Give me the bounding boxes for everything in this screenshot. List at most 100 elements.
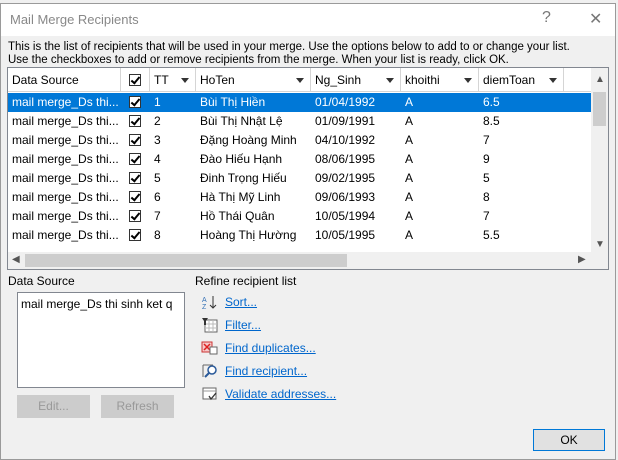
- find-recipient-link[interactable]: Find recipient...: [225, 364, 307, 378]
- include-cell[interactable]: [121, 188, 150, 207]
- cell-diemtoan: 8.5: [483, 114, 500, 128]
- column-header-diemtoan[interactable]: diemToan: [479, 68, 564, 92]
- column-header-label: TT: [154, 73, 169, 87]
- column-header-data-source[interactable]: Data Source: [8, 68, 121, 92]
- horizontal-scrollbar[interactable]: ◀ ▶: [8, 252, 608, 269]
- cell-diemtoan: 9: [483, 152, 490, 166]
- refresh-button[interactable]: Refresh: [101, 395, 174, 418]
- table-row[interactable]: mail merge_Ds thi... 6 Hà Thị Mỹ Linh 09/06…: [8, 188, 592, 207]
- find-duplicates-link[interactable]: Find duplicates...: [225, 341, 316, 355]
- recipients-table: Data Source TT HoTen Ng_Sinh khoithi diemToan…: [7, 67, 609, 270]
- mail-merge-recipients-dialog: Mail Merge Recipients ? ✕ This is the li…: [0, 3, 616, 460]
- column-header-ng-sinh[interactable]: Ng_Sinh: [311, 68, 401, 92]
- horizontal-scroll-thumb[interactable]: [25, 254, 347, 267]
- cell-hoten: Đào Hiếu Hạnh: [200, 152, 283, 166]
- row-checkbox[interactable]: [129, 134, 141, 146]
- cell-tt: 1: [154, 95, 161, 109]
- cell-diemtoan: 6.5: [483, 95, 500, 109]
- cell-ng-sinh: 09/06/1993: [315, 190, 376, 204]
- cell-hoten: Bùi Thị Nhật Lệ: [200, 114, 283, 128]
- table-row[interactable]: mail merge_Ds thi... 4 Đào Hiếu Hạnh 08/06/…: [8, 150, 592, 169]
- dropdown-arrow-icon[interactable]: [386, 78, 394, 83]
- cell-tt: 6: [154, 190, 161, 204]
- include-cell[interactable]: [121, 131, 150, 150]
- find-duplicates-icon: [201, 341, 218, 355]
- filter-link[interactable]: Filter...: [225, 318, 261, 332]
- data-source-list[interactable]: mail merge_Ds thi sinh ket q: [17, 292, 185, 388]
- cell-tt: 4: [154, 152, 161, 166]
- cell-khoithi: A: [405, 228, 414, 242]
- row-checkbox[interactable]: [129, 153, 141, 165]
- title-bar: Mail Merge Recipients ? ✕: [1, 4, 615, 36]
- cell-khoithi: A: [405, 95, 414, 109]
- include-cell[interactable]: [121, 93, 150, 112]
- edit-button[interactable]: Edit...: [17, 395, 90, 418]
- instruction-line: This is the list of recipients that will…: [8, 41, 570, 53]
- column-header-label: Ng_Sinh: [315, 73, 362, 87]
- cell-data-source: mail merge_Ds thi...: [12, 95, 119, 109]
- cell-ng-sinh: 09/02/1995: [315, 171, 376, 185]
- cell-khoithi: A: [405, 152, 414, 166]
- row-checkbox[interactable]: [129, 172, 141, 184]
- cell-khoithi: A: [405, 190, 414, 204]
- table-row[interactable]: mail merge_Ds thi... 1 Bùi Thị Hiền 01/04/1…: [8, 93, 592, 112]
- vertical-scroll-thumb[interactable]: [593, 92, 606, 126]
- table-row[interactable]: mail merge_Ds thi... 5 Đinh Trọng Hiếu 09/0…: [8, 169, 592, 188]
- select-all-checkbox[interactable]: [129, 74, 141, 86]
- ok-button[interactable]: OK: [533, 429, 605, 451]
- data-source-item[interactable]: mail merge_Ds thi sinh ket q: [21, 297, 181, 311]
- table-row[interactable]: mail merge_Ds thi... 3 Đặng Hoàng Minh 04/1…: [8, 131, 592, 150]
- cell-ng-sinh: 10/05/1994: [315, 209, 376, 223]
- dropdown-arrow-icon[interactable]: [181, 78, 189, 83]
- sort-icon: AZ: [202, 296, 217, 310]
- include-cell[interactable]: [121, 150, 150, 169]
- validate-addresses-icon: [202, 387, 217, 401]
- help-button[interactable]: ?: [542, 9, 551, 27]
- column-header-label: diemToan: [483, 73, 536, 87]
- column-header-tt[interactable]: TT: [150, 68, 196, 92]
- dropdown-arrow-icon[interactable]: [464, 78, 472, 83]
- cell-hoten: Bùi Thị Hiền: [200, 95, 266, 109]
- row-checkbox[interactable]: [129, 96, 141, 108]
- column-header-hoten[interactable]: HoTen: [196, 68, 311, 92]
- table-header: Data Source TT HoTen Ng_Sinh khoithi diemToan: [8, 68, 608, 92]
- cell-tt: 8: [154, 228, 161, 242]
- row-checkbox[interactable]: [129, 210, 141, 222]
- svg-text:A: A: [202, 297, 207, 304]
- column-header-include[interactable]: [121, 68, 150, 92]
- cell-hoten: Hà Thị Mỹ Linh: [200, 190, 281, 204]
- cell-diemtoan: 5: [483, 171, 490, 185]
- cell-hoten: Hoàng Thị Hường: [200, 228, 297, 242]
- sort-link[interactable]: Sort...: [225, 295, 257, 309]
- close-button[interactable]: ✕: [589, 9, 602, 29]
- column-header-label: khoithi: [405, 73, 440, 87]
- svg-text:Z: Z: [202, 304, 207, 310]
- include-cell[interactable]: [121, 226, 150, 245]
- row-checkbox[interactable]: [129, 191, 141, 203]
- cell-khoithi: A: [405, 133, 414, 147]
- cell-khoithi: A: [405, 171, 414, 185]
- cell-data-source: mail merge_Ds thi...: [12, 209, 119, 223]
- table-row[interactable]: mail merge_Ds thi... 2 Bùi Thị Nhật Lệ 01/0…: [8, 112, 592, 131]
- cell-ng-sinh: 08/06/1995: [315, 152, 376, 166]
- column-header-extra[interactable]: [564, 68, 592, 92]
- instructions: This is the list of recipients that will…: [8, 41, 570, 67]
- include-cell[interactable]: [121, 169, 150, 188]
- filter-icon: [202, 318, 218, 333]
- vertical-scrollbar[interactable]: ▲ ▼: [591, 68, 608, 253]
- column-header-khoithi[interactable]: khoithi: [401, 68, 479, 92]
- row-checkbox[interactable]: [129, 229, 141, 241]
- dialog-title: Mail Merge Recipients: [10, 12, 139, 27]
- validate-addresses-link[interactable]: Validate addresses...: [225, 387, 336, 401]
- data-source-label: Data Source: [8, 274, 75, 288]
- include-cell[interactable]: [121, 207, 150, 226]
- dropdown-arrow-icon[interactable]: [296, 78, 304, 83]
- dropdown-arrow-icon[interactable]: [549, 78, 557, 83]
- cell-data-source: mail merge_Ds thi...: [12, 114, 119, 128]
- cell-ng-sinh: 10/05/1995: [315, 228, 376, 242]
- row-checkbox[interactable]: [129, 115, 141, 127]
- cell-data-source: mail merge_Ds thi...: [12, 133, 119, 147]
- table-row[interactable]: mail merge_Ds thi... 7 Hồ Thái Quân 10/05/1…: [8, 207, 592, 226]
- include-cell[interactable]: [121, 112, 150, 131]
- table-row[interactable]: mail merge_Ds thi... 8 Hoàng Thị Hường 10/0…: [8, 226, 592, 245]
